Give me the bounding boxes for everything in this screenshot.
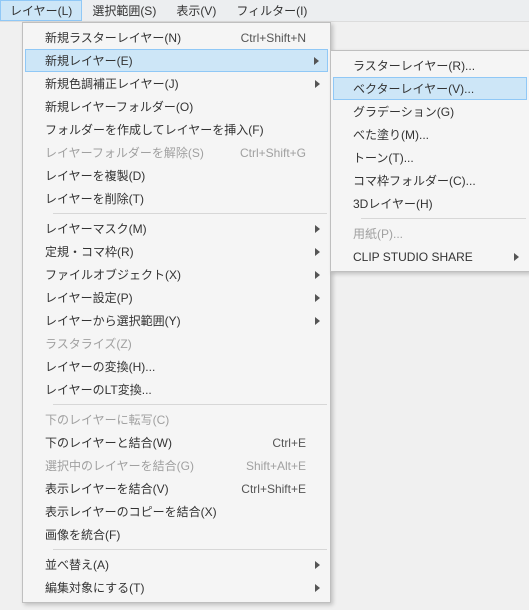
menu-item-label: べた塗り(M)... bbox=[353, 126, 505, 143]
menu-item-label: 用紙(P)... bbox=[353, 225, 505, 242]
menu-bar-label: レイヤー(L) bbox=[10, 2, 72, 19]
layer-menu-item-21[interactable]: 表示レイヤーを結合(V) Ctrl+Shift+E bbox=[25, 477, 328, 500]
menu-separator bbox=[53, 549, 327, 550]
menu-bar-label: 選択範囲(S) bbox=[92, 2, 156, 19]
menu-item-label: ファイルオブジェクト(X) bbox=[45, 266, 306, 283]
new-layer-submenu-item-8: 用紙(P)... bbox=[333, 222, 527, 245]
layer-menu-item-7[interactable]: レイヤーを削除(T) bbox=[25, 187, 328, 210]
menu-item-label: 新規レイヤーフォルダー(O) bbox=[45, 98, 306, 115]
chevron-right-icon bbox=[315, 584, 320, 592]
chevron-right-icon bbox=[315, 225, 320, 233]
layer-menu-item-4[interactable]: フォルダーを作成してレイヤーを挿入(F) bbox=[25, 118, 328, 141]
layer-dropdown-menu: 新規ラスターレイヤー(N) Ctrl+Shift+N 新規レイヤー(E) 新規色調補正… bbox=[22, 22, 331, 603]
layer-menu-item-9[interactable]: レイヤーマスク(M) bbox=[25, 217, 328, 240]
menu-item-label: 下のレイヤーに転写(C) bbox=[45, 411, 306, 428]
chevron-right-icon bbox=[315, 317, 320, 325]
menu-separator bbox=[53, 404, 327, 405]
layer-menu-item-2[interactable]: 新規色調補正レイヤー(J) bbox=[25, 72, 328, 95]
chevron-right-icon bbox=[315, 271, 320, 279]
menu-item-shortcut: Shift+Alt+E bbox=[246, 459, 306, 473]
menu-item-shortcut: Ctrl+Shift+G bbox=[240, 146, 306, 160]
menu-bar-item-filter[interactable]: フィルター(I) bbox=[226, 0, 317, 21]
new-layer-submenu-item-5[interactable]: コマ枠フォルダー(C)... bbox=[333, 169, 527, 192]
menu-item-label: レイヤーを複製(D) bbox=[45, 167, 306, 184]
new-layer-submenu-item-9[interactable]: CLIP STUDIO SHARE bbox=[333, 245, 527, 268]
new-layer-submenu-item-4[interactable]: トーン(T)... bbox=[333, 146, 527, 169]
layer-menu-item-13[interactable]: レイヤーから選択範囲(Y) bbox=[25, 309, 328, 332]
layer-menu-item-18: 下のレイヤーに転写(C) bbox=[25, 408, 328, 431]
layer-menu-item-11[interactable]: ファイルオブジェクト(X) bbox=[25, 263, 328, 286]
chevron-right-icon bbox=[314, 57, 319, 65]
menu-item-shortcut: Ctrl+Shift+N bbox=[241, 31, 306, 45]
menu-item-label: 選択中のレイヤーを結合(G) bbox=[45, 457, 234, 474]
menu-item-label: CLIP STUDIO SHARE bbox=[353, 250, 505, 264]
layer-menu-item-20: 選択中のレイヤーを結合(G) Shift+Alt+E bbox=[25, 454, 328, 477]
menu-item-label: 下のレイヤーと結合(W) bbox=[45, 434, 260, 451]
menu-item-label: トーン(T)... bbox=[353, 149, 505, 166]
menu-item-label: フォルダーを作成してレイヤーを挿入(F) bbox=[45, 121, 306, 138]
chevron-right-icon bbox=[315, 561, 320, 569]
menu-item-label: レイヤーのLT変換... bbox=[45, 381, 306, 398]
chevron-right-icon bbox=[315, 294, 320, 302]
chevron-right-icon bbox=[315, 80, 320, 88]
chevron-right-icon bbox=[514, 253, 519, 261]
menu-item-label: ラスタライズ(Z) bbox=[45, 335, 306, 352]
menu-item-shortcut: Ctrl+E bbox=[272, 436, 306, 450]
layer-menu-item-3[interactable]: 新規レイヤーフォルダー(O) bbox=[25, 95, 328, 118]
menu-item-label: グラデーション(G) bbox=[353, 103, 505, 120]
menu-bar-item-view[interactable]: 表示(V) bbox=[166, 0, 226, 21]
layer-menu-item-5: レイヤーフォルダーを解除(S) Ctrl+Shift+G bbox=[25, 141, 328, 164]
menu-item-label: 編集対象にする(T) bbox=[45, 579, 306, 596]
menu-item-label: レイヤーフォルダーを解除(S) bbox=[45, 144, 228, 161]
menu-item-label: 表示レイヤーのコピーを結合(X) bbox=[45, 503, 306, 520]
layer-menu-item-15[interactable]: レイヤーの変換(H)... bbox=[25, 355, 328, 378]
new-layer-submenu-item-3[interactable]: べた塗り(M)... bbox=[333, 123, 527, 146]
menu-item-label: 新規ラスターレイヤー(N) bbox=[45, 29, 229, 46]
menu-separator bbox=[361, 218, 526, 219]
layer-menu-item-23[interactable]: 画像を統合(F) bbox=[25, 523, 328, 546]
layer-menu-item-10[interactable]: 定規・コマ枠(R) bbox=[25, 240, 328, 263]
menu-item-label: 新規レイヤー(E) bbox=[45, 52, 306, 69]
menu-item-label: ベクターレイヤー(V)... bbox=[353, 80, 505, 97]
layer-menu-item-22[interactable]: 表示レイヤーのコピーを結合(X) bbox=[25, 500, 328, 523]
layer-menu-item-19[interactable]: 下のレイヤーと結合(W) Ctrl+E bbox=[25, 431, 328, 454]
new-layer-submenu-item-1[interactable]: ベクターレイヤー(V)... bbox=[333, 77, 527, 100]
layer-menu-item-1[interactable]: 新規レイヤー(E) bbox=[25, 49, 328, 72]
menu-bar-label: 表示(V) bbox=[176, 2, 216, 19]
layer-menu-item-26[interactable]: 編集対象にする(T) bbox=[25, 576, 328, 599]
layer-menu-item-12[interactable]: レイヤー設定(P) bbox=[25, 286, 328, 309]
menu-item-label: 3Dレイヤー(H) bbox=[353, 195, 505, 212]
menu-item-label: レイヤー設定(P) bbox=[45, 289, 306, 306]
menu-bar-item-selection[interactable]: 選択範囲(S) bbox=[82, 0, 166, 21]
menu-item-shortcut: Ctrl+Shift+E bbox=[241, 482, 306, 496]
new-layer-submenu: ラスターレイヤー(R)... ベクターレイヤー(V)... グラデーション(G) べた… bbox=[330, 50, 529, 272]
menu-item-label: レイヤーから選択範囲(Y) bbox=[45, 312, 306, 329]
menu-bar-label: フィルター(I) bbox=[236, 2, 307, 19]
menu-item-label: レイヤーマスク(M) bbox=[45, 220, 306, 237]
new-layer-submenu-item-6[interactable]: 3Dレイヤー(H) bbox=[333, 192, 527, 215]
layer-menu-item-16[interactable]: レイヤーのLT変換... bbox=[25, 378, 328, 401]
menu-bar: レイヤー(L) 選択範囲(S) 表示(V) フィルター(I) bbox=[0, 0, 529, 22]
chevron-right-icon bbox=[315, 248, 320, 256]
menu-bar-item-layer[interactable]: レイヤー(L) bbox=[0, 0, 82, 21]
layer-menu-item-0[interactable]: 新規ラスターレイヤー(N) Ctrl+Shift+N bbox=[25, 26, 328, 49]
menu-item-label: コマ枠フォルダー(C)... bbox=[353, 172, 505, 189]
menu-item-label: レイヤーを削除(T) bbox=[45, 190, 306, 207]
menu-item-label: 画像を統合(F) bbox=[45, 526, 306, 543]
menu-item-label: 新規色調補正レイヤー(J) bbox=[45, 75, 306, 92]
layer-menu-item-25[interactable]: 並べ替え(A) bbox=[25, 553, 328, 576]
menu-item-label: レイヤーの変換(H)... bbox=[45, 358, 306, 375]
menu-item-label: 定規・コマ枠(R) bbox=[45, 243, 306, 260]
menu-item-label: 表示レイヤーを結合(V) bbox=[45, 480, 229, 497]
layer-menu-item-14: ラスタライズ(Z) bbox=[25, 332, 328, 355]
layer-menu-item-6[interactable]: レイヤーを複製(D) bbox=[25, 164, 328, 187]
menu-separator bbox=[53, 213, 327, 214]
menu-item-label: 並べ替え(A) bbox=[45, 556, 306, 573]
new-layer-submenu-item-0[interactable]: ラスターレイヤー(R)... bbox=[333, 54, 527, 77]
new-layer-submenu-item-2[interactable]: グラデーション(G) bbox=[333, 100, 527, 123]
menu-item-label: ラスターレイヤー(R)... bbox=[353, 57, 505, 74]
